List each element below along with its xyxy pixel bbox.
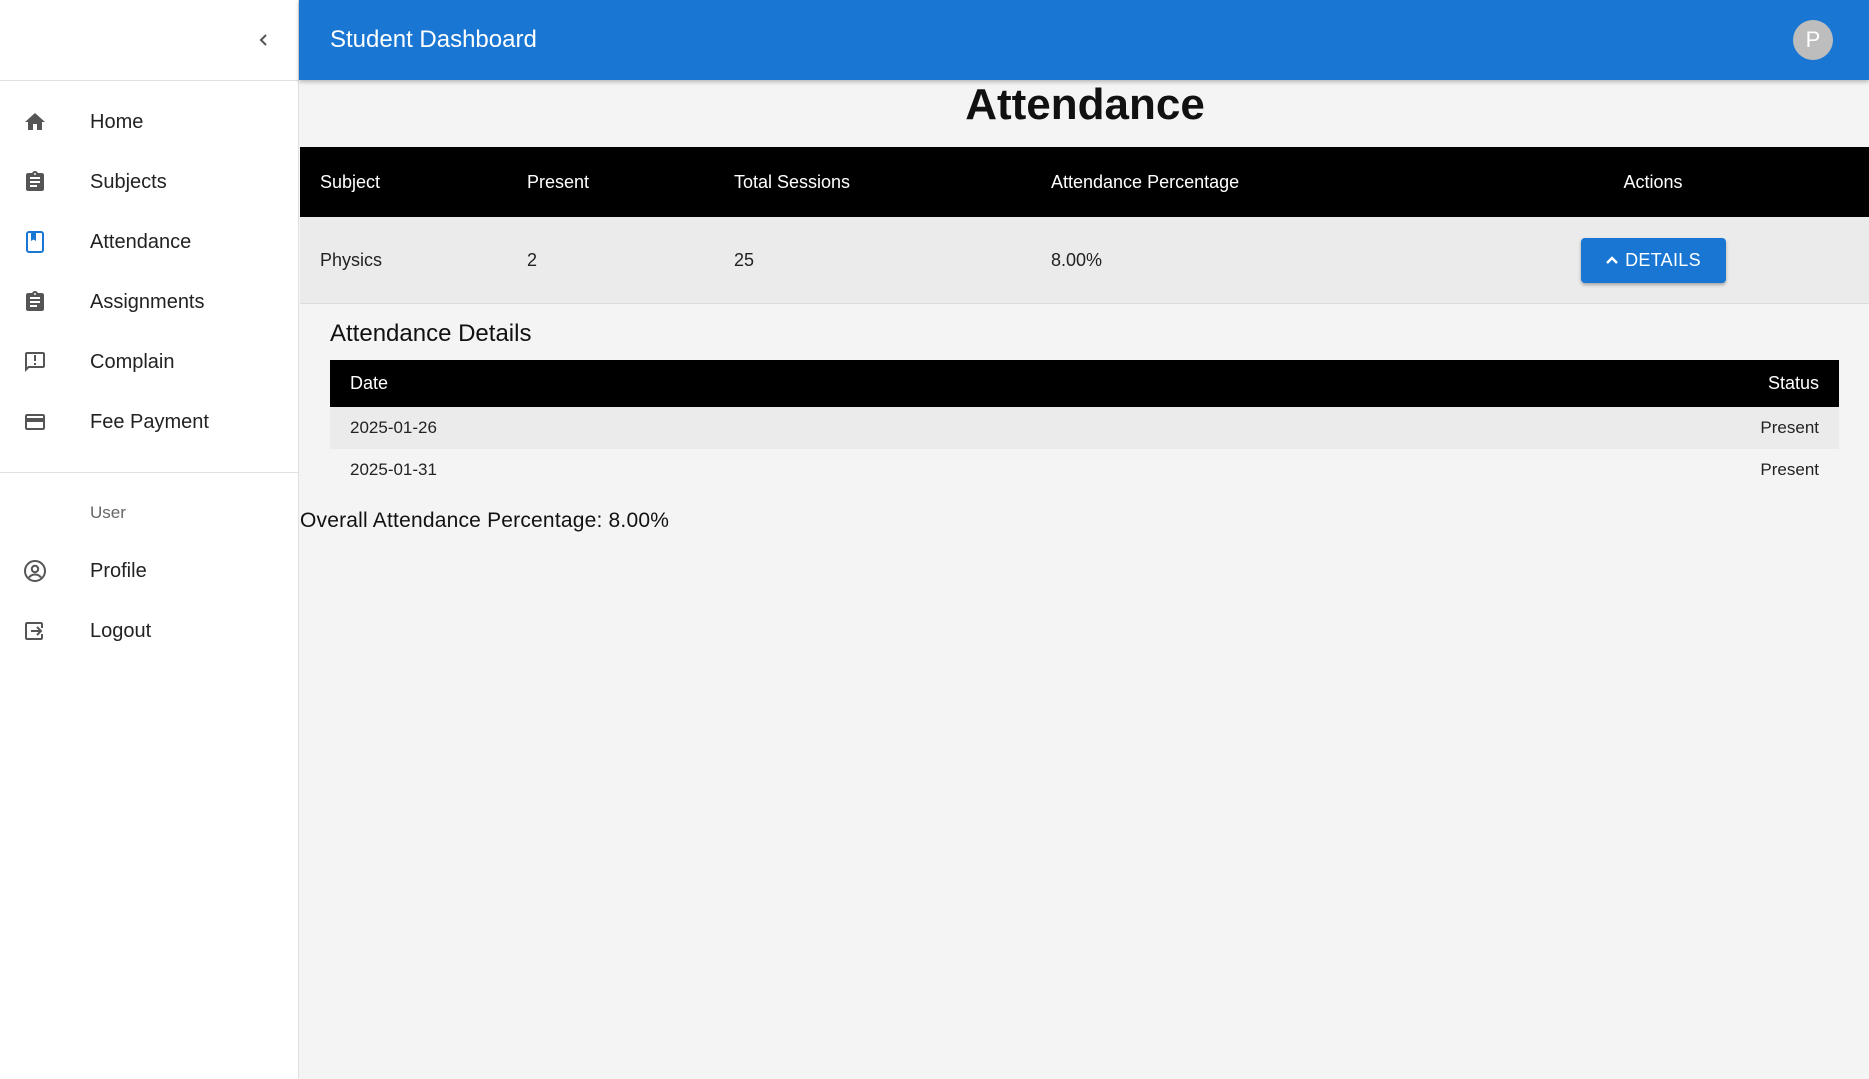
page-title: Attendance	[965, 80, 1205, 129]
column-header-status: Status	[1198, 360, 1839, 407]
home-icon	[23, 110, 47, 134]
cell-total-sessions: 25	[714, 217, 1031, 304]
table-header-row: Date Status	[330, 360, 1839, 407]
app-bar: Student Dashboard P	[299, 0, 1869, 80]
logout-icon	[23, 619, 47, 643]
attendance-details-section: Attendance Details Date Status 2025-01-2…	[300, 320, 1869, 491]
column-header-date: Date	[330, 360, 1199, 407]
overall-attendance-text: Overall Attendance Percentage: 8.00%	[300, 509, 670, 532]
sidebar-item-complain[interactable]: Complain	[0, 332, 298, 392]
user-nav: Profile Logout	[0, 541, 298, 661]
chevron-left-icon	[259, 34, 267, 46]
cell-date: 2025-01-26	[330, 407, 1199, 449]
cell-attendance-percentage: 8.00%	[1031, 217, 1541, 304]
cell-subject: Physics	[300, 217, 507, 304]
sidebar-item-logout[interactable]: Logout	[0, 601, 298, 661]
cell-status: Present	[1760, 460, 1819, 479]
table-header-row: Subject Present Total Sessions Attendanc…	[300, 147, 1869, 217]
avatar[interactable]: P	[1793, 20, 1833, 60]
sidebar-item-label: Subjects	[90, 170, 167, 193]
credit-card-icon	[23, 410, 47, 434]
sidebar-item-assignments[interactable]: Assignments	[0, 272, 298, 332]
clipboard-icon	[23, 290, 47, 314]
sidebar-item-fee-payment[interactable]: Fee Payment	[0, 392, 298, 452]
column-header-actions: Actions	[1541, 147, 1869, 217]
cell-actions: DETAILS	[1541, 217, 1869, 304]
attendance-details-heading: Attendance Details	[330, 320, 532, 347]
sidebar-item-label: Attendance	[90, 230, 192, 253]
cell-present: 2	[507, 217, 714, 304]
chevron-up-icon	[1606, 256, 1618, 264]
sidebar-item-label: Logout	[90, 619, 152, 642]
subject-attendance-table: Subject Present Total Sessions Attendanc…	[300, 147, 1869, 304]
sidebar-item-attendance[interactable]: Attendance	[0, 212, 298, 272]
bookmark-book-icon	[23, 230, 47, 254]
attendance-details-table: Date Status 2025-01-26 Present 2025-01-3…	[330, 360, 1839, 491]
column-header-total-sessions: Total Sessions	[714, 147, 1031, 217]
details-button-label: DETAILS	[1625, 249, 1701, 270]
app-title: Student Dashboard	[330, 26, 537, 53]
table-row: 2025-01-31 Present	[330, 449, 1839, 491]
sidebar-item-home[interactable]: Home	[0, 92, 298, 152]
report-chat-icon	[23, 350, 47, 374]
sidebar: Home Subjects Attendance Assignments Com…	[0, 0, 299, 1079]
sidebar-item-profile[interactable]: Profile	[0, 541, 298, 601]
main-nav: Home Subjects Attendance Assignments Com…	[0, 81, 298, 452]
column-header-attendance-percentage: Attendance Percentage	[1031, 147, 1541, 217]
sidebar-header	[0, 0, 298, 81]
cell-status: Present	[1198, 407, 1839, 449]
sidebar-item-label: Profile	[90, 559, 147, 582]
sidebar-item-label: Complain	[90, 350, 175, 373]
details-toggle-button[interactable]: DETAILS	[1580, 237, 1726, 283]
column-header-subject: Subject	[300, 147, 507, 217]
account-circle-icon	[23, 559, 47, 583]
column-header-present: Present	[507, 147, 714, 217]
clipboard-icon	[23, 170, 47, 194]
sidebar-item-label: Home	[90, 110, 144, 133]
sidebar-item-subjects[interactable]: Subjects	[0, 152, 298, 212]
main-content: Attendance Subject Present Total Session…	[300, 80, 1869, 533]
table-row: Physics 2 25 8.00% DETAILS	[300, 217, 1869, 304]
collapse-sidebar-button[interactable]	[248, 24, 280, 56]
sidebar-item-label: Fee Payment	[90, 410, 209, 433]
table-row: 2025-01-26 Present	[330, 407, 1839, 449]
cell-date: 2025-01-31	[350, 460, 437, 479]
sidebar-item-label: Assignments	[90, 290, 205, 313]
